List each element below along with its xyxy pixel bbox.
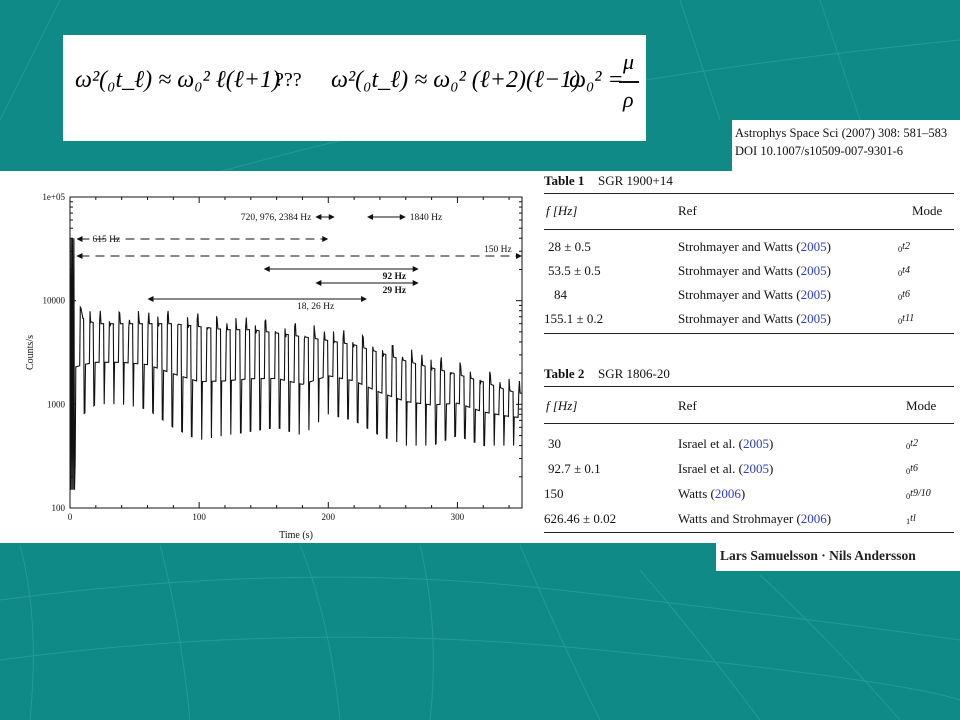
annotation-arrowhead-right — [516, 253, 522, 259]
formula-torsional-classic: ω²(₀t_ℓ) ≈ ω₀² ℓ(ℓ+1) — [75, 67, 280, 93]
annotation-label: 92 Hz — [383, 272, 407, 282]
annotation-label: 29 Hz — [383, 286, 407, 296]
formula-omega0-lhs: ω₀² = — [569, 67, 624, 93]
annotation-arrowhead-right — [361, 296, 368, 302]
annotation-arrowhead-left — [147, 296, 154, 302]
doi-reference: DOI 10.1007/s10509-007-9301-6 — [735, 144, 904, 158]
table1-label: Table 1 — [544, 173, 585, 188]
question-marks: ??? — [275, 69, 302, 91]
table2-cell-mode: 0t2 — [906, 438, 918, 451]
table2-cell-f: 30 — [548, 436, 561, 451]
table2-header-ref: Ref — [678, 398, 697, 413]
y-tick-label: 1000 — [47, 399, 66, 409]
x-axis-label: Time (s) — [279, 530, 313, 541]
table2-cell-f: 92.7 ± 0.1 — [548, 461, 601, 476]
authors-line: Lars Samuelsson · Nils Andersson — [720, 548, 916, 563]
table2-cell-mode: 0t6 — [906, 463, 918, 476]
table1-title: SGR 1900+14 — [598, 173, 673, 188]
table1-cell-ref: Strohmayer and Watts (2005) — [678, 311, 831, 326]
annotation-arrowhead-left — [315, 280, 322, 286]
annotation-label: 150 Hz — [484, 245, 512, 255]
fraction-bar — [619, 81, 639, 83]
x-tick-label: 200 — [322, 512, 336, 522]
x-tick-label: 0 — [68, 512, 73, 522]
annotation-arrowhead-right — [412, 266, 419, 272]
table2-cell-ref: Israel et al. (2005) — [678, 461, 774, 476]
table2-cell-ref: Watts (2006) — [678, 486, 746, 501]
authors-panel: Lars Samuelsson · Nils Andersson — [716, 543, 960, 571]
table1-cell-mode: 0t11 — [898, 313, 915, 326]
annotation-arrowhead-right — [399, 214, 406, 220]
formula-rho: ρ — [623, 87, 634, 112]
table2-cell-ref: Israel et al. (2005) — [678, 436, 774, 451]
light-curve-chart: 1001000100001e+050 100 200 300Time (s)Count… — [25, 192, 523, 541]
y-tick-label: 10000 — [43, 296, 66, 306]
table2-cell-f: 626.46 ± 0.02 — [544, 511, 617, 526]
table1-cell-mode: 0t4 — [898, 265, 910, 278]
table1-top-rule — [544, 193, 954, 195]
table2-header-rule — [544, 423, 954, 424]
table2-cell-f: 150 — [544, 486, 564, 501]
table2-label: Table 2 — [544, 366, 585, 381]
annotation-arrowhead-left — [76, 236, 83, 242]
formula-torsional-alt: ω²(₀t_ℓ) ≈ ω₀² (ℓ+2)(ℓ−1) — [331, 67, 581, 93]
citation-panel: Astrophys Space Sci (2007) 308: 581–583 … — [732, 120, 960, 172]
table2-title: SGR 1806-20 — [598, 366, 670, 381]
table1-cell-f: 84 — [554, 287, 567, 302]
table1-cell-ref: Strohmayer and Watts (2005) — [678, 239, 831, 254]
table2-header-mode: Mode — [906, 398, 937, 413]
tables-panel: Table 1 SGR 1900+14 f [Hz] Ref Mode 28 ±… — [540, 171, 960, 543]
table1-cell-f: 28 ± 0.5 — [548, 239, 591, 254]
journal-reference: Astrophys Space Sci (2007) 308: 581–583 — [735, 126, 948, 140]
table2-cell-mode: 1tl — [906, 513, 916, 526]
formula-panel: ω²(₀t_ℓ) ≈ ω₀² ℓ(ℓ+1) ??? ω²(₀t_ℓ) ≈ ω₀²… — [63, 35, 646, 141]
annotation-arrowhead-right — [412, 280, 419, 286]
x-tick-label: 100 — [192, 512, 206, 522]
y-axis-label: Counts/s — [25, 335, 36, 370]
table2-header-f: f [Hz] — [546, 398, 578, 413]
table2-cell-ref: Watts and Strohmayer (2006) — [678, 511, 832, 526]
annotation-label: 720, 976, 2384 Hz — [241, 213, 311, 223]
table2-top-rule — [544, 386, 954, 388]
annotation-label: 1840 Hz — [410, 213, 442, 223]
annotation-arrowhead-left — [367, 214, 374, 220]
annotation-arrowhead-left — [76, 253, 83, 259]
table2-bottom-rule — [544, 532, 954, 533]
table1-cell-mode: 0t2 — [898, 241, 910, 254]
table1-cell-f: 53.5 ± 0.5 — [548, 263, 601, 278]
y-tick-label: 100 — [52, 503, 66, 513]
annotation-arrowhead-left — [315, 214, 322, 220]
table2-cell-mode: 0t9/10 — [906, 488, 931, 501]
table1-header-rule — [544, 229, 954, 230]
annotation-arrowhead-left — [263, 266, 270, 272]
table1-header-f: f [Hz] — [546, 203, 578, 218]
table1-cell-f: 155.1 ± 0.2 — [544, 311, 604, 326]
y-tick-label: 1e+05 — [42, 192, 65, 202]
x-tick-label: 300 — [451, 512, 465, 522]
annotation-label: 615 Hz — [92, 235, 120, 245]
table1-header-mode: Mode — [912, 203, 943, 218]
annotation-arrowhead-right — [328, 214, 335, 220]
table1-header-ref: Ref — [678, 203, 697, 218]
annotation-arrowhead-right — [322, 236, 329, 242]
table1-cell-ref: Strohmayer and Watts (2005) — [678, 263, 831, 278]
light-curve-series — [69, 238, 523, 490]
formula-mu: μ — [623, 49, 635, 74]
table1-cell-mode: 0t6 — [898, 289, 910, 302]
table1-bottom-rule — [544, 333, 954, 334]
annotation-label: 18, 26 Hz — [297, 302, 334, 312]
light-curve-panel: 100 1000 10000 1e+05 0 100 200 300 Time (s) Count… — [0, 171, 540, 543]
table1-cell-ref: Strohmayer and Watts (2005) — [678, 287, 831, 302]
